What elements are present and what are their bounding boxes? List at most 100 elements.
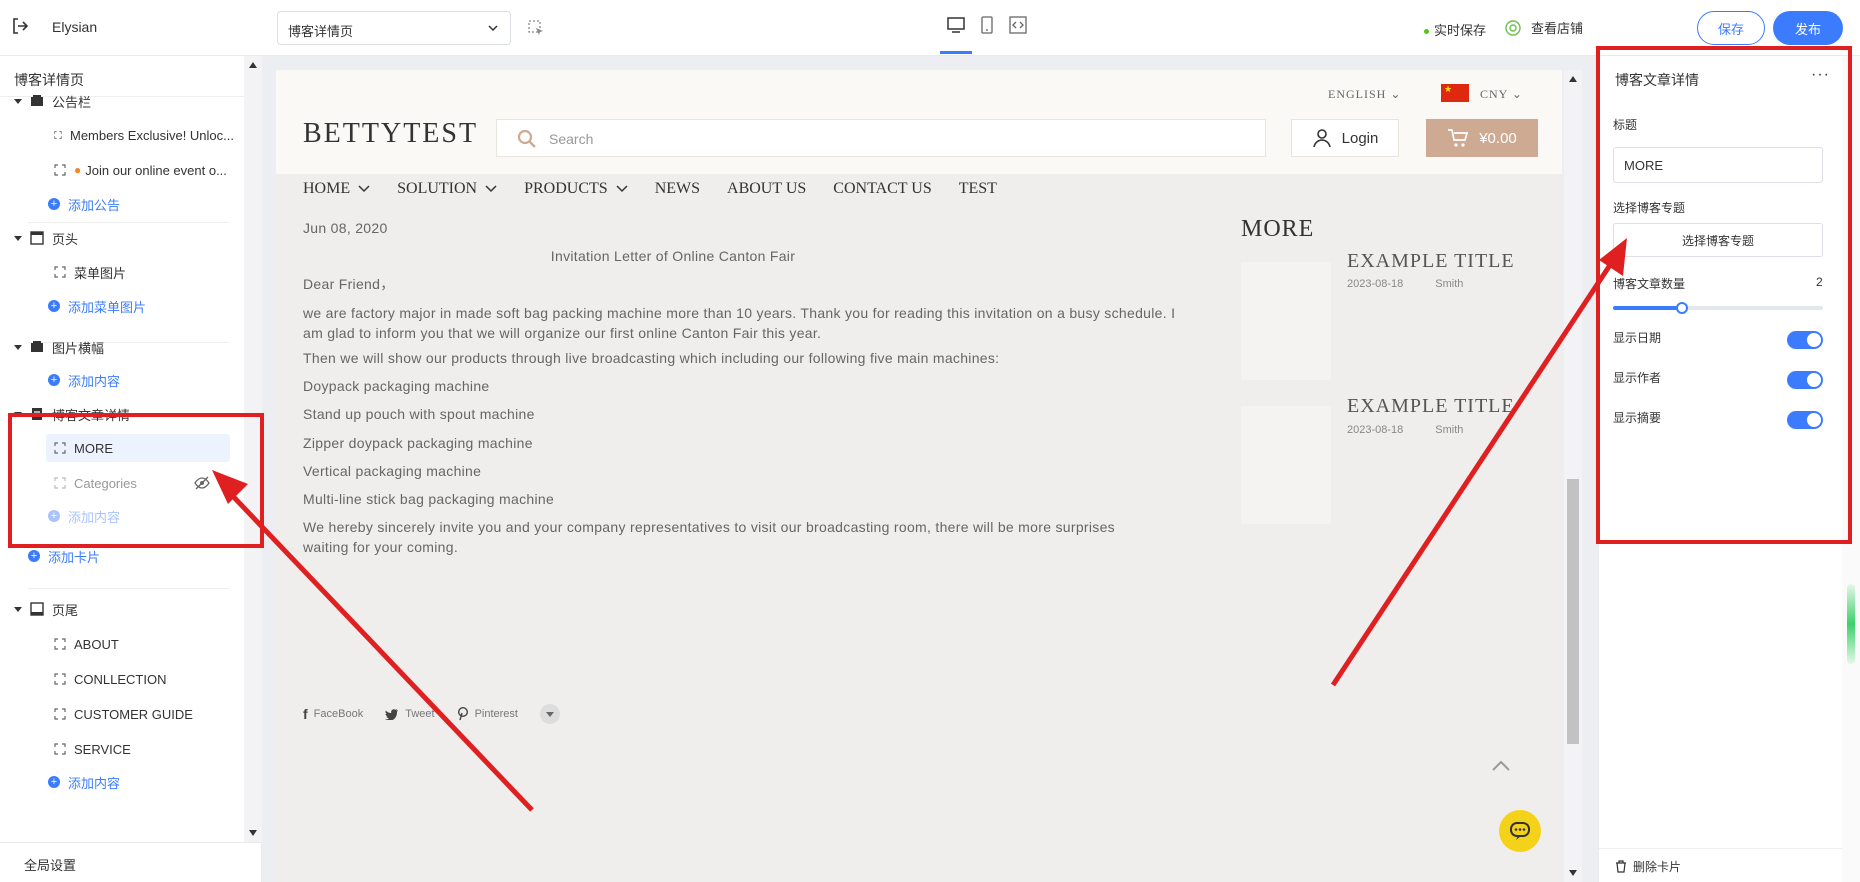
twitter-icon xyxy=(385,709,399,720)
tree-item-menu-image[interactable]: 菜单图片 xyxy=(54,258,126,286)
chevron-down-icon xyxy=(485,185,497,193)
tree-item-footer-2[interactable]: CONLLECTION xyxy=(54,665,166,693)
topic-label: 选择博客专题 xyxy=(1613,201,1686,215)
store-icon xyxy=(1505,19,1521,36)
tree-item-label: ABOUT xyxy=(74,636,119,652)
nav-item-test[interactable]: TEST xyxy=(959,174,997,204)
add-footer-content-button[interactable]: + 添加内容 xyxy=(48,768,120,796)
block-icon xyxy=(54,743,66,755)
slider-handle[interactable] xyxy=(1676,302,1689,314)
nav-label: PRODUCTS xyxy=(524,180,608,197)
nav-item-contact-us[interactable]: CONTACT US xyxy=(833,174,931,204)
tree-item-announcement-2[interactable]: ● Join our online event o... xyxy=(54,156,234,184)
language-selector[interactable]: ENGLISH ⌄ xyxy=(1328,87,1401,102)
card-author: Smith xyxy=(1435,424,1464,436)
tree-item-more[interactable]: MORE xyxy=(46,434,230,462)
scroll-up-icon[interactable] xyxy=(249,62,257,68)
site-preview[interactable]: ENGLISH ⌄ CNY ⌄ BETTYTEST Search Login ¥… xyxy=(276,70,1562,882)
tree-item-categories[interactable]: Categories xyxy=(54,469,230,497)
login-button[interactable]: Login xyxy=(1291,119,1399,157)
share-tweet[interactable]: Tweet xyxy=(385,708,435,720)
scroll-down-icon[interactable] xyxy=(249,830,257,836)
section-image-banner[interactable]: 图片横幅 xyxy=(14,333,104,361)
page-select-value: 博客详情页 xyxy=(288,24,354,39)
blog-card-image[interactable] xyxy=(1241,262,1331,380)
view-store-link[interactable]: 查看店铺 xyxy=(1505,18,1583,37)
blog-card-meta: 2023-08-18 Smith xyxy=(1347,278,1463,290)
nav-item-news[interactable]: NEWS xyxy=(655,174,700,204)
show-author-toggle[interactable] xyxy=(1787,371,1823,389)
section-announcement[interactable]: 公告栏 xyxy=(14,87,91,115)
settings-panel: 博客文章详情 ··· 标题 MORE 选择博客专题 选择博客专题 博客文章数量 … xyxy=(1598,56,1843,882)
add-menu-image-button[interactable]: + 添加菜单图片 xyxy=(48,292,146,320)
exit-icon[interactable] xyxy=(10,16,30,36)
post-date: Jun 08, 2020 xyxy=(303,220,388,236)
nav-item-about-us[interactable]: ABOUT US xyxy=(727,174,806,204)
sidebar-scrollbar[interactable] xyxy=(244,56,262,842)
add-announcement-button[interactable]: + 添加公告 xyxy=(48,190,120,218)
page-select[interactable]: 博客详情页 xyxy=(277,11,511,45)
global-settings-button[interactable]: 全局设置 xyxy=(0,842,262,882)
tree-item-footer-3[interactable]: CUSTOMER GUIDE xyxy=(54,700,193,728)
share-bar: f FaceBook Tweet Pinterest xyxy=(303,704,560,724)
share-label: FaceBook xyxy=(313,708,364,720)
nav-label: TEST xyxy=(958,180,997,197)
nav-item-home[interactable]: HOME xyxy=(303,174,370,204)
hidden-eye-icon[interactable] xyxy=(194,476,210,490)
scroll-up-icon[interactable] xyxy=(1569,76,1577,82)
show-date-toggle[interactable] xyxy=(1787,331,1823,349)
nav-label: SOLUTION xyxy=(397,180,478,197)
share-more-dropdown[interactable] xyxy=(539,704,560,724)
chat-widget-button[interactable] xyxy=(1499,810,1541,852)
blog-card-image[interactable] xyxy=(1241,406,1331,524)
select-topic-button[interactable]: 选择博客专题 xyxy=(1613,223,1823,257)
tree-item-label: Members Exclusive! Unloc... xyxy=(70,127,234,143)
element-select-icon[interactable] xyxy=(527,19,545,37)
blog-card-title[interactable]: EXAMPLE TITLE xyxy=(1347,395,1515,418)
nav-label: NEWS xyxy=(654,180,701,197)
scrollbar-thumb[interactable] xyxy=(1567,479,1579,744)
nav-label: ABOUT US xyxy=(727,180,807,197)
tree-item-footer-4[interactable]: SERVICE xyxy=(54,735,131,763)
share-facebook[interactable]: f FaceBook xyxy=(303,706,363,722)
post-paragraph: Multi-line stick bag packaging machine xyxy=(303,491,555,507)
mobile-view-icon[interactable] xyxy=(977,15,997,35)
blog-card-title[interactable]: EXAMPLE TITLE xyxy=(1347,250,1515,273)
back-to-top-icon[interactable] xyxy=(1490,758,1512,774)
post-count-slider[interactable] xyxy=(1613,302,1823,314)
store-name: Elysian xyxy=(52,19,98,35)
section-header[interactable]: 页头 xyxy=(14,224,78,252)
tree-item-announcement-1[interactable]: Members Exclusive! Unloc... xyxy=(54,121,234,149)
scroll-down-icon[interactable] xyxy=(1569,870,1577,876)
title-input[interactable]: MORE xyxy=(1613,147,1823,183)
section-blog-detail[interactable]: 博客文章详情 xyxy=(14,400,130,428)
desktop-view-icon[interactable] xyxy=(946,15,966,35)
section-tree-panel: 博客详情页 公告栏 Members Exclusive! Unloc... ● … xyxy=(0,56,262,882)
add-banner-content-button[interactable]: + 添加内容 xyxy=(48,366,120,394)
canvas-scrollbar[interactable] xyxy=(1564,70,1582,882)
nav-item-solution[interactable]: SOLUTION xyxy=(397,174,497,204)
add-blog-content-button[interactable]: + 添加内容 xyxy=(48,502,120,530)
divider xyxy=(28,222,230,223)
more-options-icon[interactable]: ··· xyxy=(1811,66,1830,84)
show-summary-toggle[interactable] xyxy=(1787,411,1823,429)
cart-button[interactable]: ¥0.00 xyxy=(1426,119,1538,157)
publish-button[interactable]: 发布 xyxy=(1773,11,1843,45)
save-button[interactable]: 保存 xyxy=(1697,11,1765,45)
window-scrollbar[interactable] xyxy=(1842,56,1860,882)
scrollbar-thumb[interactable] xyxy=(1847,584,1855,664)
delete-card-button[interactable]: 删除卡片 xyxy=(1615,858,1681,875)
tree-item-footer-1[interactable]: ABOUT xyxy=(54,630,119,658)
code-view-icon[interactable] xyxy=(1008,15,1028,35)
currency-selector[interactable]: CNY ⌄ xyxy=(1480,87,1523,102)
share-pinterest[interactable]: Pinterest xyxy=(457,707,518,721)
pinterest-icon xyxy=(457,707,468,721)
site-search-input[interactable]: Search xyxy=(496,119,1266,157)
section-footer[interactable]: 页尾 xyxy=(14,595,78,623)
chevron-down-icon xyxy=(616,185,628,193)
site-logo[interactable]: BETTYTEST xyxy=(303,118,478,150)
blog-card-meta: 2023-08-18 Smith xyxy=(1347,424,1463,436)
nav-item-products[interactable]: PRODUCTS xyxy=(524,174,628,204)
add-card-button[interactable]: + 添加卡片 xyxy=(28,542,100,570)
show-summary-label: 显示摘要 xyxy=(1613,411,1662,425)
